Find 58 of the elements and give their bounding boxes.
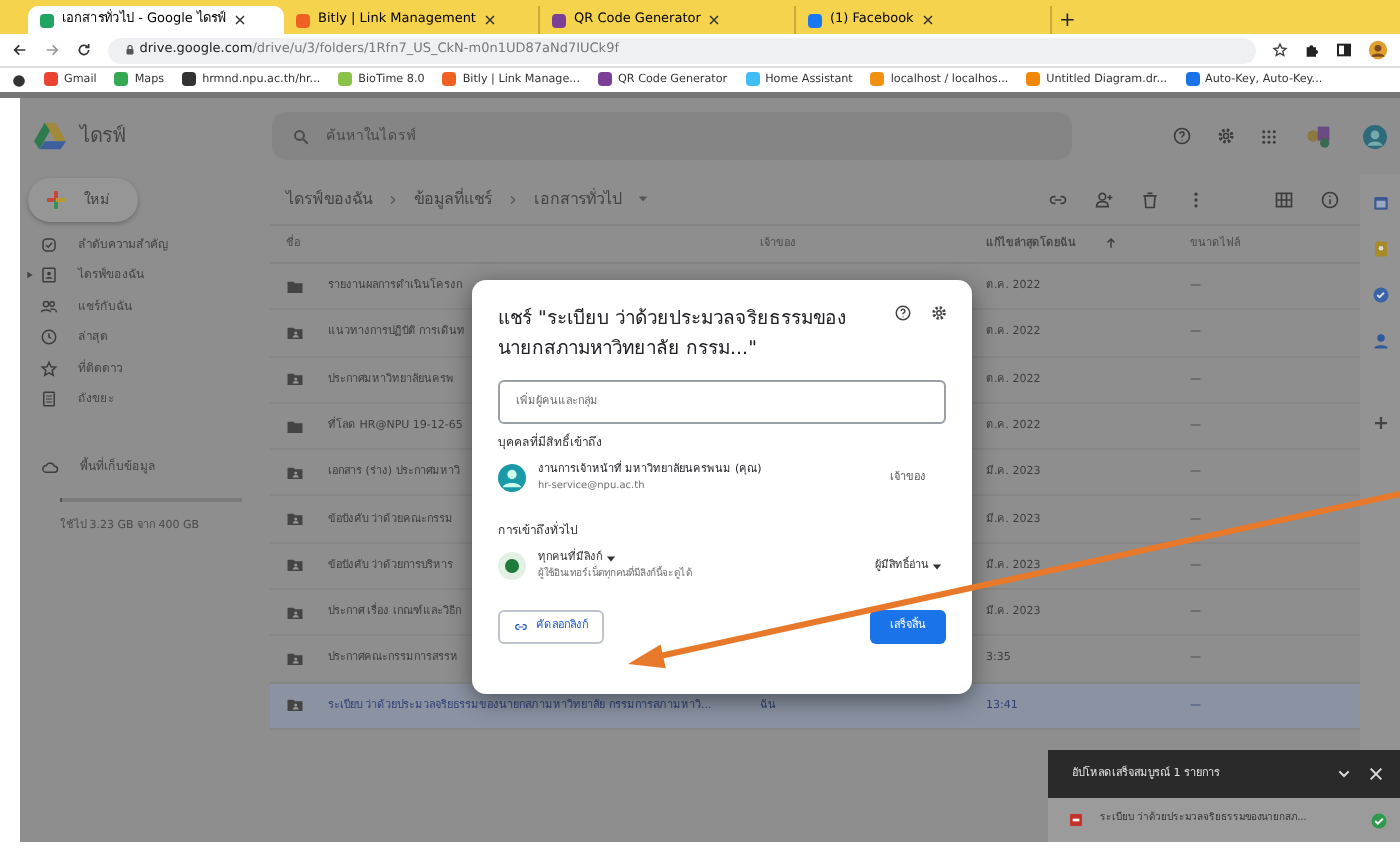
close-icon[interactable] [483, 14, 496, 26]
note-icon[interactable] [1371, 240, 1389, 258]
link-icon [514, 620, 528, 634]
reload-icon[interactable] [76, 42, 92, 58]
trash-icon[interactable] [1140, 189, 1160, 209]
caret-icon [605, 553, 616, 563]
forward-icon[interactable] [44, 42, 60, 58]
star-icon [40, 359, 58, 378]
chevron-icon [508, 193, 518, 205]
close-icon[interactable] [234, 14, 247, 26]
settings-icon[interactable] [930, 304, 948, 322]
folder-icon [286, 650, 304, 669]
cloud-icon [40, 457, 60, 476]
chevron-icon [388, 193, 398, 205]
close-icon[interactable] [708, 14, 721, 26]
avatar-icon[interactable] [1368, 40, 1388, 60]
add-person-icon[interactable] [1094, 189, 1114, 209]
plus-icon [44, 188, 68, 212]
caret-icon[interactable] [638, 194, 648, 204]
star-icon[interactable] [1272, 42, 1288, 58]
add-icon[interactable] [1371, 414, 1389, 432]
caret-icon [932, 561, 943, 571]
folder-icon [286, 603, 304, 622]
puzzle-icon[interactable] [1304, 42, 1320, 58]
sort-up-icon[interactable] [1104, 235, 1118, 250]
dialog-title: แชร์ "ระเบียบ ว่าด้วยประมวลจริยธรรมของนายกสภามหาวิทยาลัย กรรม..." [498, 305, 849, 364]
person-icon[interactable] [1371, 332, 1389, 350]
folder-icon [286, 510, 304, 529]
folder-icon [286, 277, 304, 296]
pdf-file-icon [1068, 812, 1084, 828]
app-name: ไดรฟ์ [80, 122, 126, 151]
avatar-icon [498, 464, 526, 492]
folder-icon [286, 556, 304, 575]
info-icon[interactable] [1320, 189, 1340, 209]
apps-icon[interactable] [1260, 127, 1278, 145]
collapse-icon[interactable] [1336, 766, 1352, 782]
drive-logo-icon [32, 120, 68, 152]
check-circle-icon[interactable] [1371, 286, 1389, 304]
clock-icon [40, 328, 58, 347]
back-icon[interactable] [12, 42, 28, 58]
grid-view-icon[interactable] [1274, 189, 1294, 209]
sidebar-icon[interactable] [1336, 42, 1352, 58]
folder-icon [286, 463, 304, 482]
folder-icon [286, 417, 304, 436]
folder-icon [286, 323, 304, 342]
calendar-icon[interactable] [1371, 194, 1389, 212]
folder-icon [286, 370, 304, 389]
drive-icon [40, 266, 58, 285]
expand-icon[interactable] [26, 270, 34, 281]
close-icon[interactable] [921, 14, 934, 26]
folder-icon [286, 696, 304, 715]
lock-icon [124, 44, 136, 56]
document-icon [40, 390, 58, 409]
search-icon[interactable] [292, 127, 310, 145]
new-tab-button[interactable]: + [1059, 10, 1076, 34]
help-icon[interactable] [894, 304, 912, 322]
checkbox-icon [40, 235, 58, 254]
people-icon [40, 297, 58, 316]
